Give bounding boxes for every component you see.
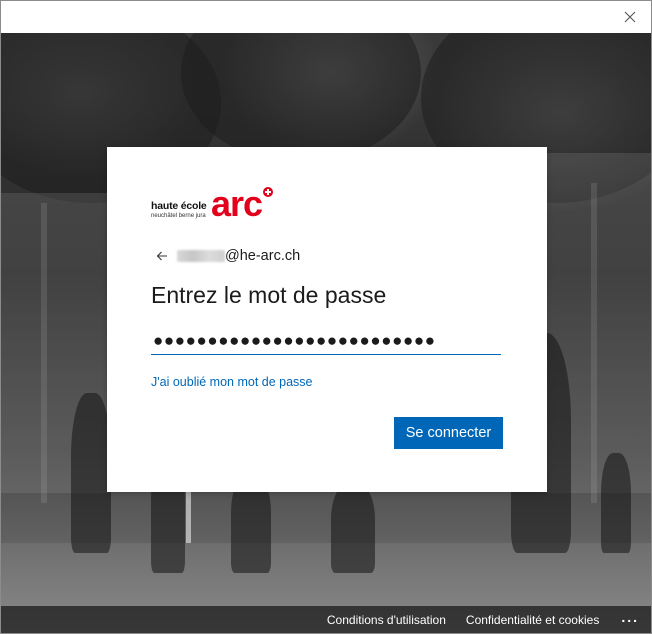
sign-in-card: haute école neuchâtel berne jura arc @he… (107, 147, 547, 492)
terms-link[interactable]: Conditions d'utilisation (327, 613, 446, 627)
title-bar (1, 1, 651, 33)
privacy-link[interactable]: Confidentialité et cookies (466, 613, 599, 627)
identity-banner: @he-arc.ch (155, 248, 300, 264)
logo-sub-text: neuchâtel berne jura (151, 213, 206, 219)
page-title: Entrez le mot de passe (151, 282, 387, 308)
logo-main-text: haute école (151, 200, 207, 212)
he-arc-logo: haute école neuchâtel berne jura arc (151, 186, 275, 228)
more-options-button[interactable]: ... (621, 609, 639, 625)
logo-arc-text: arc (211, 183, 263, 224)
arrow-left-icon (156, 251, 167, 261)
back-button[interactable] (155, 249, 169, 263)
close-icon (624, 11, 636, 23)
blurred-username (177, 250, 225, 262)
sign-in-button[interactable]: Se connecter (394, 417, 503, 449)
identity-domain: @he-arc.ch (225, 248, 301, 264)
close-button[interactable] (621, 8, 639, 26)
sign-in-window: haute école neuchâtel berne jura arc @he… (0, 0, 652, 634)
forgot-password-link[interactable]: J'ai oublié mon mot de passe (151, 375, 313, 389)
footer-bar: Conditions d'utilisation Confidentialité… (1, 606, 651, 633)
swiss-cross-icon (263, 187, 273, 197)
password-input[interactable] (151, 327, 501, 355)
